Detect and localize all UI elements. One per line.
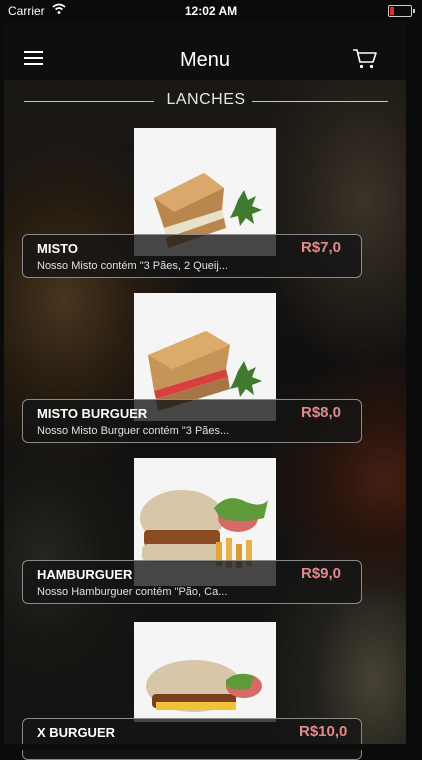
product-card[interactable]: HAMBURGUER R$9,0 Nosso Hamburguer contém… <box>22 458 362 610</box>
product-price: R$7,0 <box>301 239 342 256</box>
product-info: X BURGUER R$10,0 <box>22 718 362 760</box>
product-price: R$9,0 <box>301 565 342 582</box>
product-price: R$10,0 <box>299 723 348 740</box>
cart-icon[interactable] <box>352 48 378 70</box>
product-name: X BURGUER <box>37 725 116 740</box>
product-description: Nosso Misto contém "3 Pães, 2 Queij... <box>37 260 228 272</box>
divider <box>252 101 388 102</box>
product-description: Nosso Hamburguer contém "Pão, Ca... <box>37 586 228 598</box>
product-info: MISTO R$7,0 Nosso Misto contém "3 Pães, … <box>22 234 362 278</box>
section-header: LANCHES <box>24 90 388 112</box>
product-image <box>134 622 276 722</box>
status-time: 12:02 AM <box>184 4 238 18</box>
product-name: MISTO BURGUER <box>37 406 148 421</box>
section-title: LANCHES <box>166 91 246 108</box>
product-info: MISTO BURGUER R$8,0 Nosso Misto Burguer … <box>22 399 362 443</box>
status-bar: Carrier 12:02 AM <box>0 0 422 22</box>
product-card[interactable]: X BURGUER R$10,0 <box>22 622 362 760</box>
product-name: MISTO <box>37 241 78 256</box>
product-price: R$8,0 <box>301 404 342 421</box>
bottom-edge <box>0 744 422 750</box>
page-title: Menu <box>179 49 231 71</box>
product-info: HAMBURGUER R$9,0 Nosso Hamburguer contém… <box>22 560 362 604</box>
product-name: HAMBURGUER <box>37 567 133 582</box>
product-description: Nosso Misto Burguer contém "3 Pães... <box>37 425 230 437</box>
battery-icon <box>388 5 415 17</box>
product-card[interactable]: MISTO BURGUER R$8,0 Nosso Misto Burguer … <box>22 293 362 445</box>
nav-bar: Menu <box>4 22 406 80</box>
product-card[interactable]: MISTO R$7,0 Nosso Misto contém "3 Pães, … <box>22 128 362 280</box>
